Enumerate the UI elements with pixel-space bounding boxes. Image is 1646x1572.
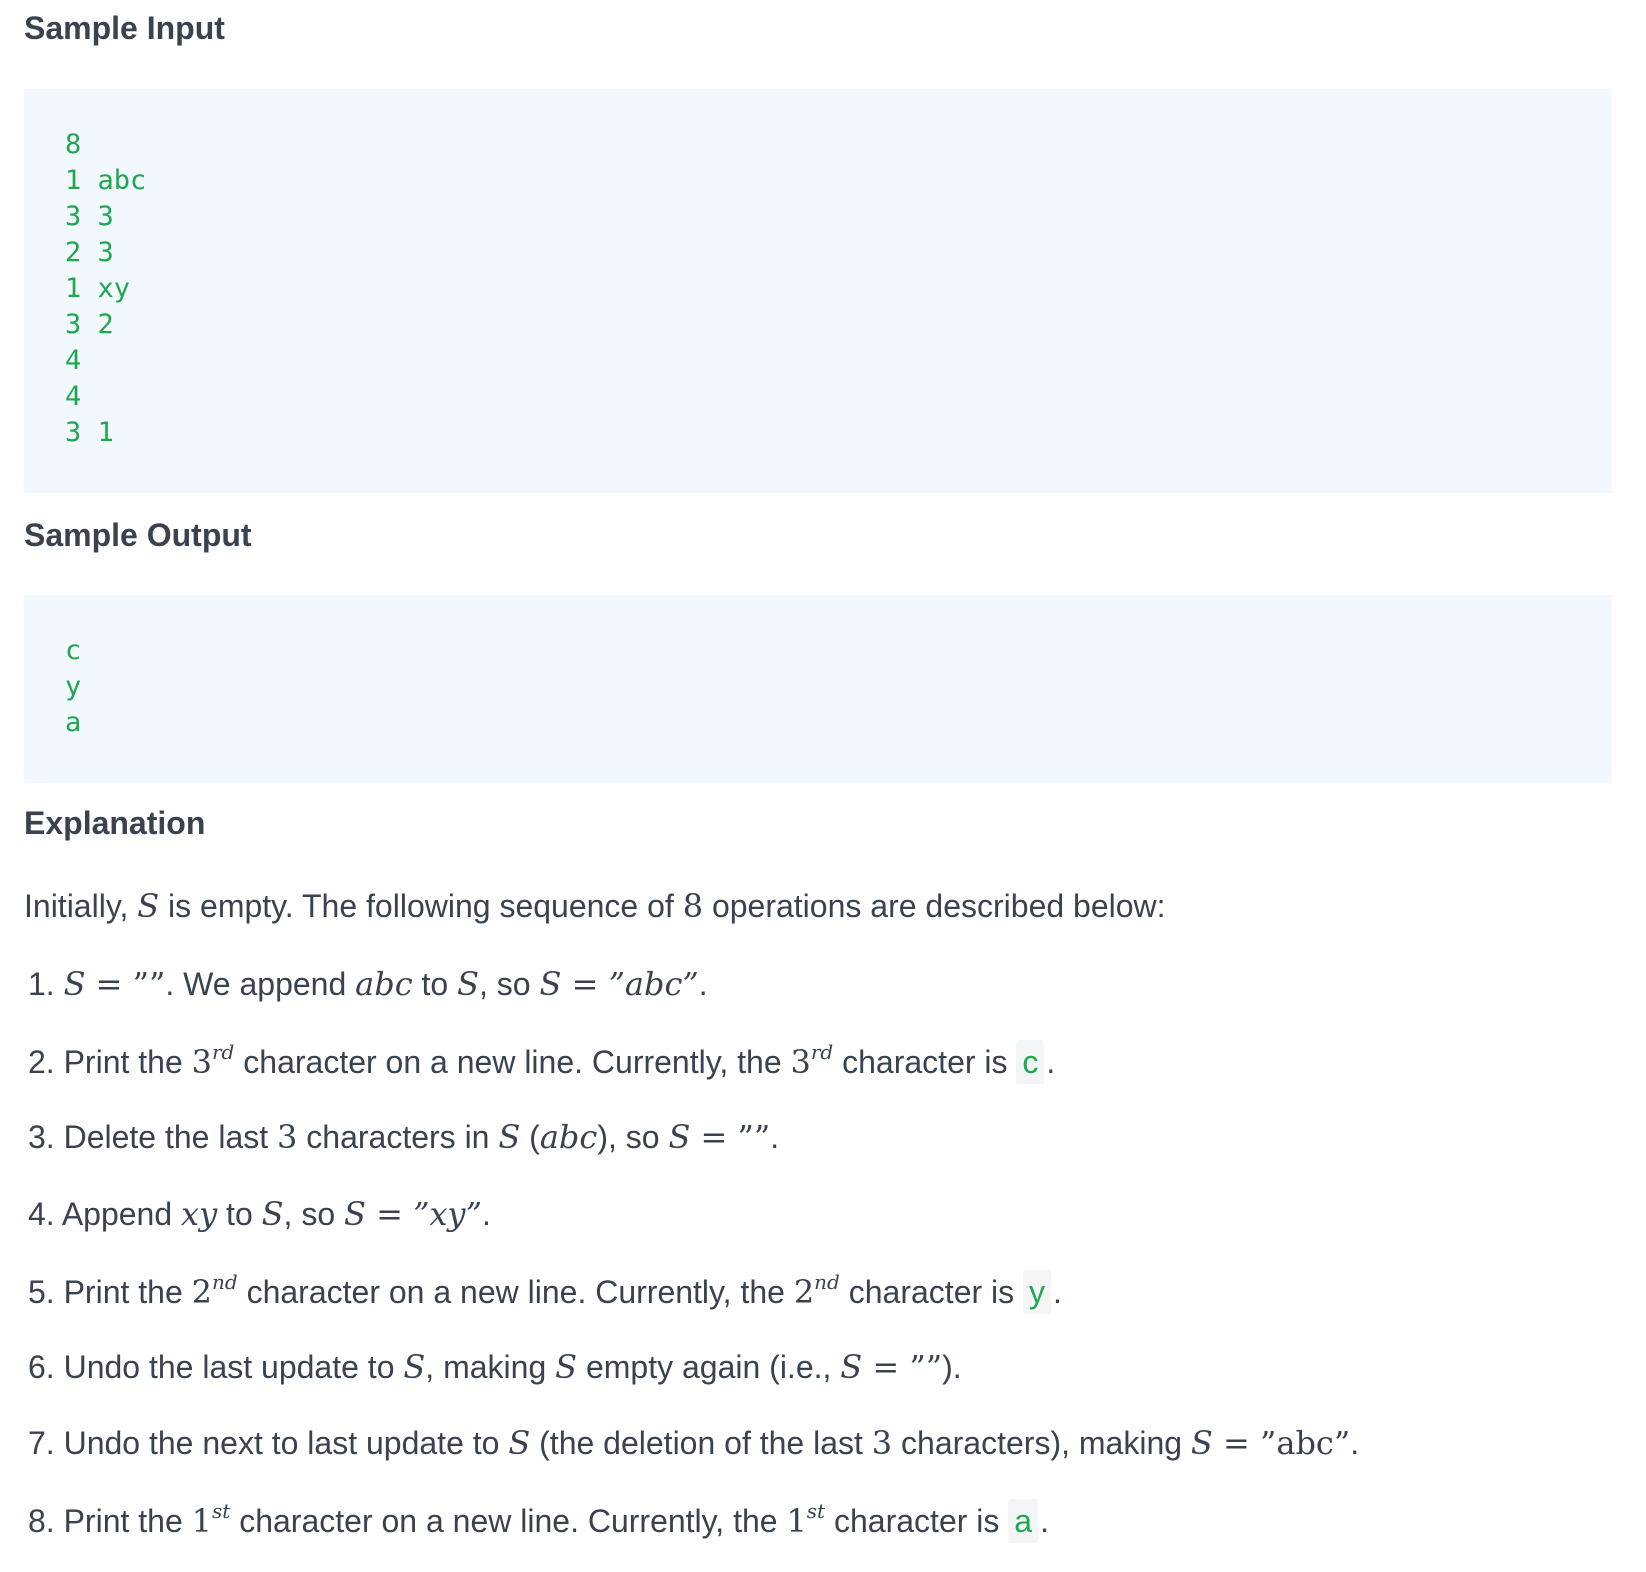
- step-1: 1. S = ””. We append abc to S, so S = ”a…: [28, 965, 708, 1003]
- input-line: 8: [65, 129, 82, 160]
- output-line: c: [65, 635, 82, 666]
- step-8: 8. Print the 1st character on a new line…: [28, 1499, 1049, 1543]
- output-line: y: [65, 671, 82, 702]
- input-line: 3 3: [65, 201, 114, 232]
- step-5: 5. Print the 2nd character on a new line…: [28, 1270, 1062, 1314]
- input-line: 4: [65, 381, 82, 412]
- input-line: 3 1: [65, 417, 114, 448]
- input-line: 3 2: [65, 309, 114, 340]
- input-line: 1 xy: [65, 273, 131, 304]
- output-line: a: [65, 707, 82, 738]
- inline-code-chip: y: [1023, 1270, 1052, 1314]
- input-line: 1 abc: [65, 165, 147, 196]
- step-2: 2. Print the 3rd character on a new line…: [28, 1040, 1055, 1084]
- input-line: 2 3: [65, 237, 114, 268]
- inline-code-chip: a: [1008, 1499, 1039, 1543]
- sample-output-block: c y a: [24, 595, 1612, 783]
- explanation-intro: Initially, S is empty. The following seq…: [24, 887, 1166, 925]
- sample-input-block: 8 1 abc 3 3 2 3 1 xy 3 2 4 4 3 1: [24, 89, 1612, 493]
- sample-output-heading: Sample Output: [24, 517, 252, 553]
- step-7: 7. Undo the next to last update to S (th…: [28, 1424, 1360, 1462]
- step-6: 6. Undo the last update to S, making S e…: [28, 1348, 962, 1386]
- step-3: 3. Delete the last 3 characters in S (ab…: [28, 1118, 780, 1156]
- explanation-heading: Explanation: [24, 805, 206, 841]
- inline-code-chip: c: [1016, 1040, 1045, 1084]
- step-4: 4. Append xy to S, so S = ”xy”.: [28, 1195, 491, 1233]
- sample-input-heading: Sample Input: [24, 10, 225, 46]
- input-line: 4: [65, 345, 82, 376]
- problem-page: Sample Input 8 1 abc 3 3 2 3 1 xy 3 2 4 …: [0, 0, 1646, 1572]
